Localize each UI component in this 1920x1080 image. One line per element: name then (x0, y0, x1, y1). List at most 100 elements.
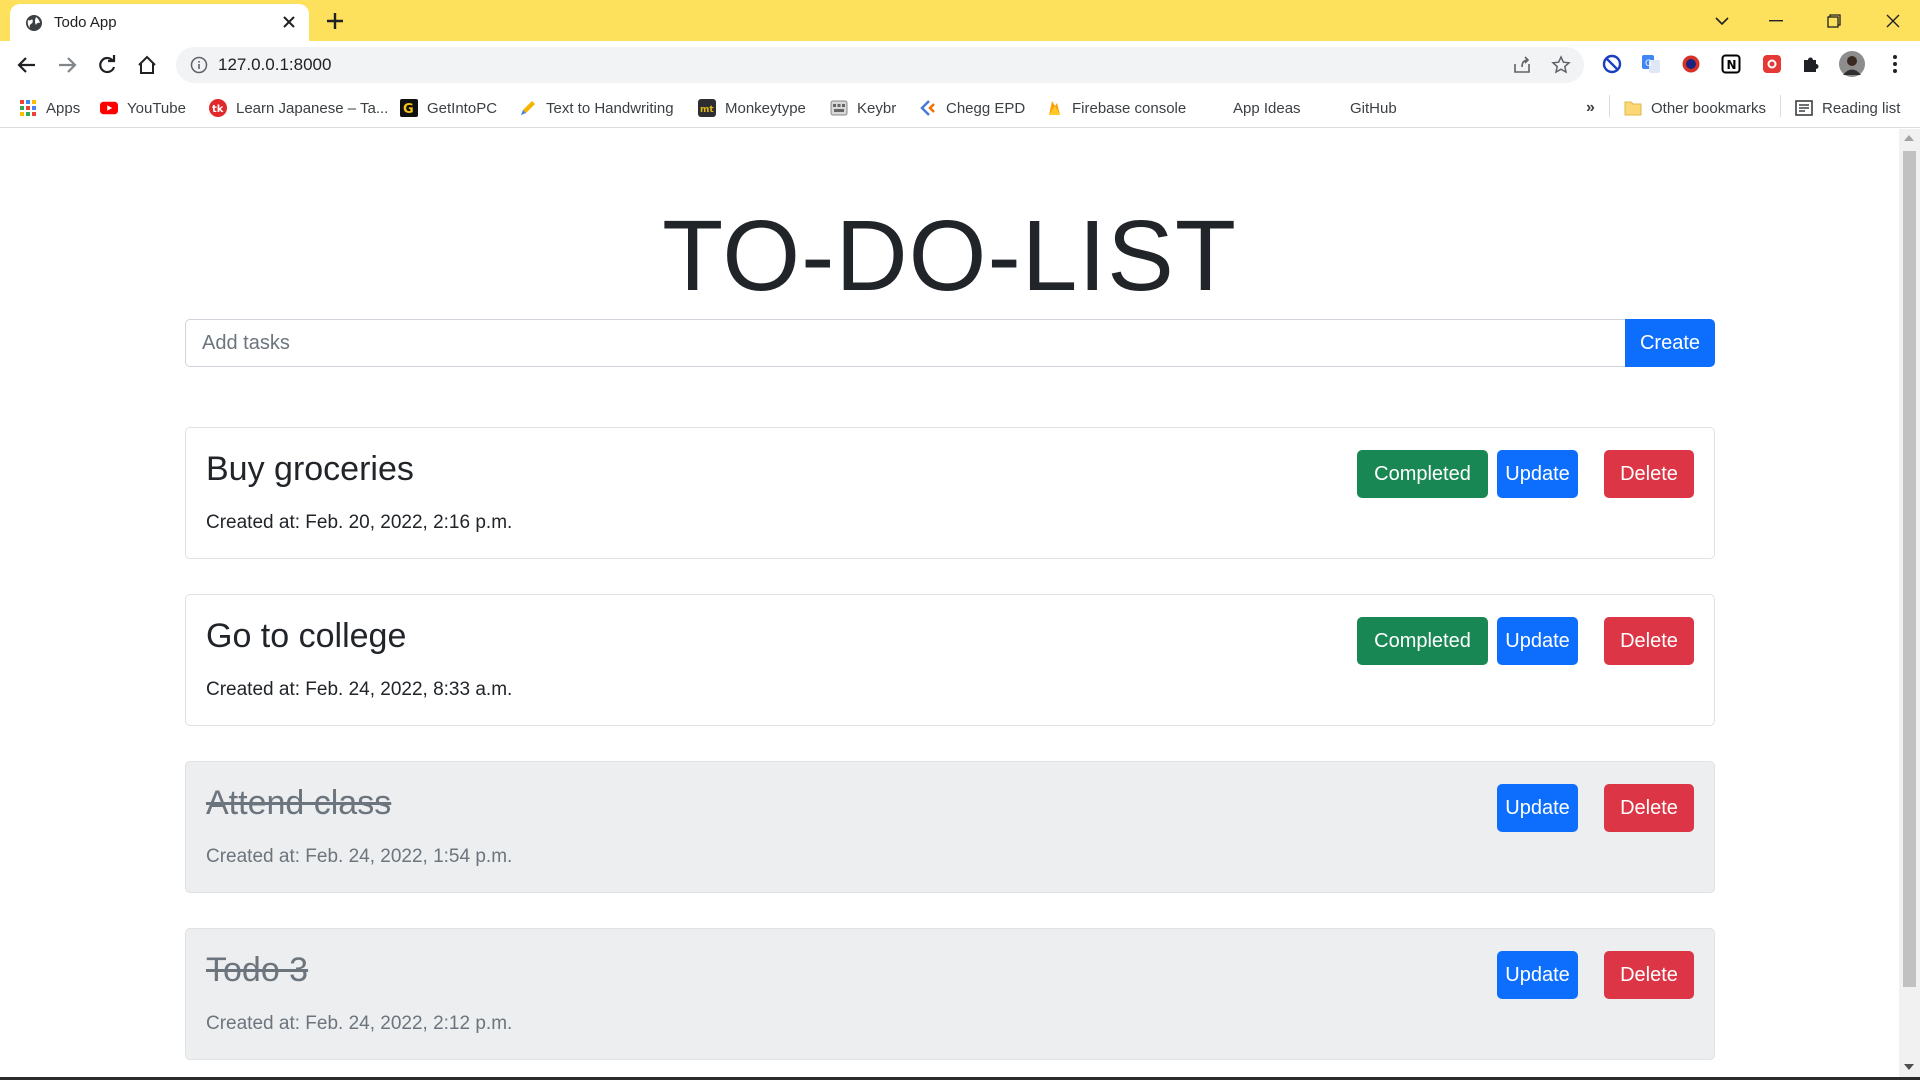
svg-text:N: N (1727, 58, 1737, 72)
pen-icon (519, 99, 537, 117)
tab-todo-app[interactable]: Todo App (10, 4, 309, 41)
todo-title: Buy groceries (206, 450, 414, 488)
blocker-extension-icon[interactable] (1601, 53, 1623, 75)
tab-search-chevron-icon[interactable] (1694, 0, 1749, 41)
monkeytype-icon: mt (698, 99, 716, 117)
todo-created-at: Created at: Feb. 24, 2022, 1:54 p.m. (206, 846, 513, 867)
scroll-up-arrow-icon[interactable] (1904, 135, 1914, 141)
todo-card-completed: Attend class Created at: Feb. 24, 2022, … (185, 761, 1715, 893)
reading-list-icon (1795, 99, 1813, 117)
home-icon[interactable] (135, 53, 159, 77)
bookmark-label: Text to Handwriting (546, 99, 674, 117)
page-title: TO-DO-LIST (662, 200, 1237, 312)
bookmark-label: Keybr (857, 99, 897, 117)
bookmark-label: Chegg EPD (946, 99, 1026, 117)
restore-icon[interactable] (1806, 0, 1861, 41)
todo-created-at: Created at: Feb. 24, 2022, 2:12 p.m. (206, 1013, 513, 1034)
bookmark-label: App Ideas (1233, 99, 1301, 117)
svg-text:G: G (403, 102, 414, 117)
svg-text:G: G (1645, 59, 1652, 69)
update-button[interactable]: Update (1497, 784, 1578, 832)
add-task-input[interactable] (185, 319, 1626, 367)
menu-kebab-icon[interactable] (1884, 53, 1906, 75)
bookmark-label: Firebase console (1072, 99, 1187, 117)
todo-created-at: Created at: Feb. 24, 2022, 8:33 a.m. (206, 679, 513, 700)
update-button[interactable]: Update (1497, 450, 1578, 498)
delete-button[interactable]: Delete (1604, 784, 1694, 832)
update-button[interactable]: Update (1497, 951, 1578, 999)
vertical-scrollbar[interactable] (1899, 129, 1920, 1078)
bookmark-youtube[interactable]: YouTube (100, 97, 186, 119)
completed-button[interactable]: Completed (1357, 450, 1488, 498)
star-icon[interactable] (1551, 55, 1571, 75)
bookmark-chegg-epd[interactable]: Chegg EPD (919, 97, 1025, 119)
todo-created-at: Created at: Feb. 20, 2022, 2:16 p.m. (206, 512, 513, 533)
bookmark-github[interactable]: GitHub (1350, 97, 1397, 119)
record-extension-icon[interactable] (1761, 53, 1783, 75)
bookmark-app-ideas[interactable]: App Ideas (1233, 97, 1301, 119)
page-content: TO-DO-LIST Create Buy groceries Created … (0, 129, 1899, 1078)
bookmark-divider (1780, 95, 1781, 117)
bookmark-label: GetIntoPC (427, 99, 498, 117)
globe-icon (26, 15, 42, 31)
delete-button[interactable]: Delete (1604, 450, 1694, 498)
add-task-form: Create (185, 319, 1715, 367)
globe-extension-icon[interactable] (1680, 53, 1702, 75)
bookmark-learn-japanese[interactable]: tk Learn Japanese – Ta... (209, 97, 388, 119)
new-tab-plus-icon[interactable] (324, 10, 346, 32)
bookmark-label: Apps (46, 99, 81, 117)
tk-icon: tk (209, 99, 227, 117)
url-text: 127.0.0.1:8000 (218, 55, 332, 74)
todo-title: Attend class (206, 784, 392, 822)
keybr-icon (830, 99, 848, 117)
bookmark-text-to-handwriting[interactable]: Text to Handwriting (519, 97, 674, 119)
tab-strip: Todo App (0, 0, 1920, 41)
share-icon[interactable] (1512, 55, 1532, 75)
forward-arrow-icon[interactable] (55, 53, 79, 77)
bookmark-monkeytype[interactable]: mt Monkeytype (698, 97, 806, 119)
delete-button[interactable]: Delete (1604, 951, 1694, 999)
reading-list-button[interactable]: Reading list (1795, 97, 1900, 119)
bookmark-label: Learn Japanese – Ta... (236, 99, 389, 117)
tab-title: Todo App (54, 14, 117, 31)
bookmark-firebase-console[interactable]: Firebase console (1045, 97, 1186, 119)
bookmark-other-bookmarks[interactable]: Other bookmarks (1624, 97, 1766, 119)
puzzle-extensions-icon[interactable] (1800, 53, 1822, 75)
bookmarks-overflow-chevron-icon[interactable]: » (1586, 97, 1595, 119)
svg-text:mt: mt (700, 105, 714, 115)
bookmark-divider (1609, 95, 1610, 117)
bookmark-keybr[interactable]: Keybr (830, 97, 896, 119)
info-icon[interactable] (190, 56, 208, 74)
apps-grid-icon (19, 99, 37, 117)
back-arrow-icon[interactable] (15, 53, 39, 77)
notion-extension-icon[interactable]: N (1720, 53, 1742, 75)
scroll-down-arrow-icon[interactable] (1904, 1064, 1914, 1070)
translate-extension-icon[interactable]: G (1640, 53, 1662, 75)
update-button[interactable]: Update (1497, 617, 1578, 665)
getintopc-icon: G (400, 99, 418, 117)
scrollbar-thumb[interactable] (1903, 151, 1916, 987)
bookmark-label: YouTube (127, 99, 186, 117)
bookmark-getintopc[interactable]: G GetIntoPC (400, 97, 497, 119)
bookmark-label: Reading list (1822, 99, 1901, 117)
todo-card-completed: Todo 3 Created at: Feb. 24, 2022, 2:12 p… (185, 928, 1715, 1060)
bookmark-label: GitHub (1350, 99, 1397, 117)
chegg-icon (919, 99, 937, 117)
bookmark-label: Other bookmarks (1651, 99, 1767, 117)
bookmark-apps[interactable]: Apps (19, 97, 80, 119)
reload-icon[interactable] (95, 53, 119, 77)
completed-button[interactable]: Completed (1357, 617, 1488, 665)
svg-text:tk: tk (212, 104, 224, 115)
delete-button[interactable]: Delete (1604, 617, 1694, 665)
address-bar[interactable]: 127.0.0.1:8000 (176, 47, 1584, 83)
todo-card: Go to college Created at: Feb. 24, 2022,… (185, 594, 1715, 726)
avatar[interactable] (1839, 51, 1865, 77)
window-close-icon[interactable] (1865, 0, 1920, 41)
close-icon[interactable] (281, 14, 297, 30)
create-button[interactable]: Create (1625, 319, 1715, 367)
todo-card: Buy groceries Created at: Feb. 20, 2022,… (185, 427, 1715, 559)
browser-toolbar: 127.0.0.1:8000 G N (0, 41, 1920, 89)
minimize-icon[interactable] (1748, 0, 1803, 41)
youtube-icon (100, 99, 118, 117)
firebase-icon (1045, 99, 1063, 117)
